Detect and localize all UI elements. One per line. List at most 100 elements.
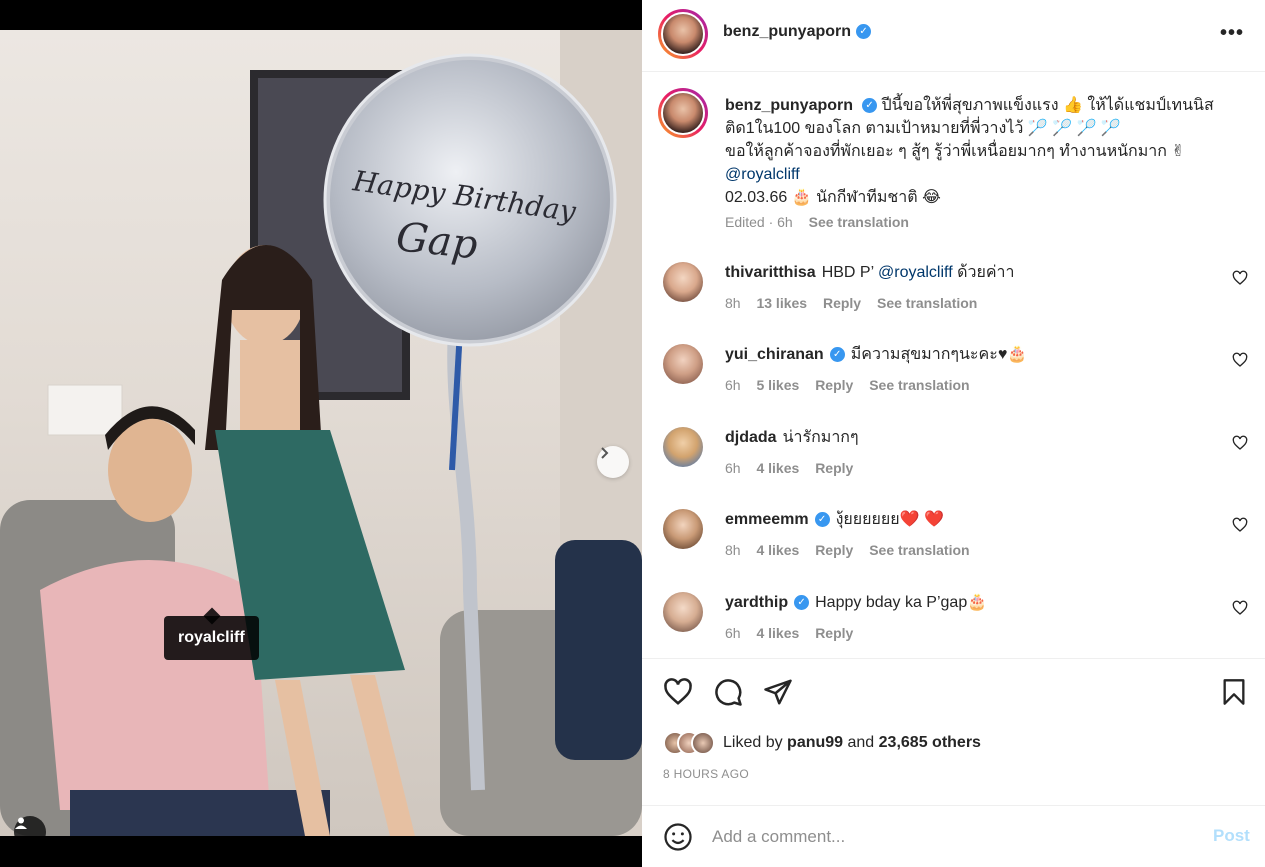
comment-item: yardthip ✓ Happy bday ka P’gap🎂 6h 4 likes… [642, 582, 1265, 664]
woman-neck [240, 340, 300, 430]
liked-prefix: Liked by [723, 734, 788, 751]
bookmark-icon[interactable] [1220, 677, 1248, 707]
comment-meta: 8h 13 likes Reply See translation [725, 295, 989, 311]
emoji-icon[interactable] [663, 822, 693, 852]
post-comment-button[interactable]: Post [1213, 826, 1250, 846]
comment-username[interactable]: djdada [725, 429, 777, 446]
post-photo[interactable]: Happy Birthday Gap royalcliff [0, 30, 642, 836]
comment-username[interactable]: thivaritthisa [725, 264, 816, 281]
author-avatar[interactable] [658, 9, 708, 59]
user-icon [15, 817, 27, 829]
comment-time: 6h [725, 377, 741, 393]
commenter-avatar[interactable] [663, 509, 703, 549]
card-decor [47, 384, 123, 436]
comment-input[interactable] [712, 824, 1182, 850]
verified-badge-icon: ✓ [814, 512, 830, 528]
reply-button[interactable]: Reply [815, 460, 853, 476]
caption-meta: Edited · 6h See translation [725, 214, 909, 230]
caption-text: benz_punyaporn ✓ ปีนี้ขอให้พี่สุขภาพแข็งแ… [725, 94, 1245, 209]
commenter-avatar[interactable] [663, 344, 703, 384]
liked-middle: and [843, 734, 879, 751]
heart-icon[interactable] [1232, 435, 1248, 451]
heart-icon[interactable] [1232, 517, 1248, 533]
commenter-avatar[interactable] [663, 262, 703, 302]
reply-button[interactable]: Reply [815, 377, 853, 393]
comment-text: HBD P’ [821, 264, 878, 281]
comment-time: 6h [725, 625, 741, 641]
balloon-text-2: Gap [394, 214, 480, 268]
comment-body: emmeemm ✓ งุ้ยยยยยย❤️ ❤️ [725, 509, 1205, 531]
navy-pillow [555, 540, 642, 760]
comment-item: yui_chiranan ✓ มีความสุขมากๆนะคะ♥🎂 6h 5 li… [642, 334, 1265, 416]
comment-item: thivaritthisa HBD P’ @royalcliff ด้วยค่าา… [642, 252, 1265, 334]
post-actions: Liked by panu99 and 23,685 others 8 HOUR… [642, 658, 1265, 818]
man-jeans [70, 790, 330, 836]
photo-illustration: Happy Birthday Gap [0, 30, 642, 836]
comment-likes[interactable]: 4 likes [756, 460, 799, 476]
more-horizontal-icon[interactable]: ••• [1220, 22, 1244, 45]
author-username[interactable]: benz_punyaporn [723, 23, 851, 40]
caption-username[interactable]: benz_punyaporn [725, 97, 853, 114]
comment-text: น่ารักมากๆ [782, 429, 859, 446]
post-details-panel: benz_punyaporn ✓ ••• benz_punyaporn ✓ ปีนี… [642, 0, 1265, 867]
liker-avatar[interactable] [691, 731, 715, 755]
comment-body: djdada น่ารักมากๆ [725, 427, 1205, 449]
comment-likes[interactable]: 5 likes [756, 377, 799, 393]
comment-time: 6h [725, 460, 741, 476]
comment-body: yui_chiranan ✓ มีความสุขมากๆนะคะ♥🎂 [725, 344, 1205, 366]
comment-meta: 6h 5 likes Reply See translation [725, 377, 982, 393]
comment-likes[interactable]: 4 likes [756, 542, 799, 558]
comment-meta: 6h 4 likes Reply [725, 625, 865, 641]
user-tag-tooltip[interactable]: royalcliff [164, 616, 259, 660]
liked-by-row: Liked by panu99 and 23,685 others [663, 731, 981, 755]
caption-line-3: 02.03.66 🎂 นักกีฬาทีมชาติ 😂 [725, 189, 941, 206]
liked-count[interactable]: 23,685 others [879, 734, 981, 751]
reply-button[interactable]: Reply [815, 542, 853, 558]
caption-mention[interactable]: @royalcliff [725, 166, 800, 183]
caption-author-avatar[interactable] [658, 88, 708, 138]
comment-username[interactable]: yui_chiranan [725, 346, 824, 363]
author-username-row: benz_punyaporn ✓ [723, 23, 872, 41]
comment-meta: 8h 4 likes Reply See translation [725, 542, 982, 558]
see-translation-button[interactable]: See translation [877, 295, 977, 311]
commenter-avatar[interactable] [663, 592, 703, 632]
verified-badge-icon: ✓ [856, 24, 872, 40]
chevron-right-icon [601, 447, 609, 459]
comment-text: มีความสุขมากๆนะคะ♥🎂 [850, 346, 1028, 363]
add-comment-bar: Post [642, 805, 1265, 867]
commenter-avatar[interactable] [663, 427, 703, 467]
comment-item: djdada น่ารักมากๆ 6h 4 likes Reply [642, 417, 1265, 499]
comment-likes[interactable]: 4 likes [756, 625, 799, 641]
post-caption: benz_punyaporn ✓ ปีนี้ขอให้พี่สุขภาพแข็งแ… [642, 72, 1265, 252]
see-translation-button[interactable]: See translation [809, 214, 909, 230]
comment-username[interactable]: yardthip [725, 594, 788, 611]
post-timestamp[interactable]: 8 HOURS AGO [663, 767, 749, 781]
post-media: Happy Birthday Gap royalcliff [0, 0, 642, 867]
comment-mention[interactable]: @royalcliff [878, 264, 953, 281]
share-icon[interactable] [763, 677, 793, 707]
comment-time: 8h [725, 295, 741, 311]
next-photo-button[interactable] [597, 446, 629, 478]
heart-icon[interactable] [1232, 600, 1248, 616]
see-translation-button[interactable]: See translation [869, 377, 969, 393]
comment-icon[interactable] [713, 677, 743, 707]
like-heart-icon[interactable] [663, 677, 693, 707]
heart-icon[interactable] [1232, 352, 1248, 368]
comments-list: thivaritthisa HBD P’ @royalcliff ด้วยค่าา… [642, 252, 1265, 658]
comment-meta: 6h 4 likes Reply [725, 460, 865, 476]
user-tag-label: royalcliff [178, 629, 245, 646]
comment-body: yardthip ✓ Happy bday ka P’gap🎂 [725, 592, 1205, 614]
see-translation-button[interactable]: See translation [869, 542, 969, 558]
verified-badge-icon: ✓ [829, 347, 845, 363]
comment-body: thivaritthisa HBD P’ @royalcliff ด้วยค่าา [725, 262, 1205, 284]
comment-username[interactable]: emmeemm [725, 511, 809, 528]
comment-likes[interactable]: 13 likes [756, 295, 807, 311]
post-header: benz_punyaporn ✓ ••• [642, 0, 1265, 72]
reply-button[interactable]: Reply [815, 625, 853, 641]
heart-icon[interactable] [1232, 270, 1248, 286]
verified-badge-icon: ✓ [794, 595, 810, 611]
comment-text: งุ้ยยยยยย❤️ ❤️ [835, 511, 944, 528]
reply-button[interactable]: Reply [823, 295, 861, 311]
verified-badge-icon: ✓ [862, 98, 878, 114]
liked-user[interactable]: panu99 [787, 734, 843, 751]
